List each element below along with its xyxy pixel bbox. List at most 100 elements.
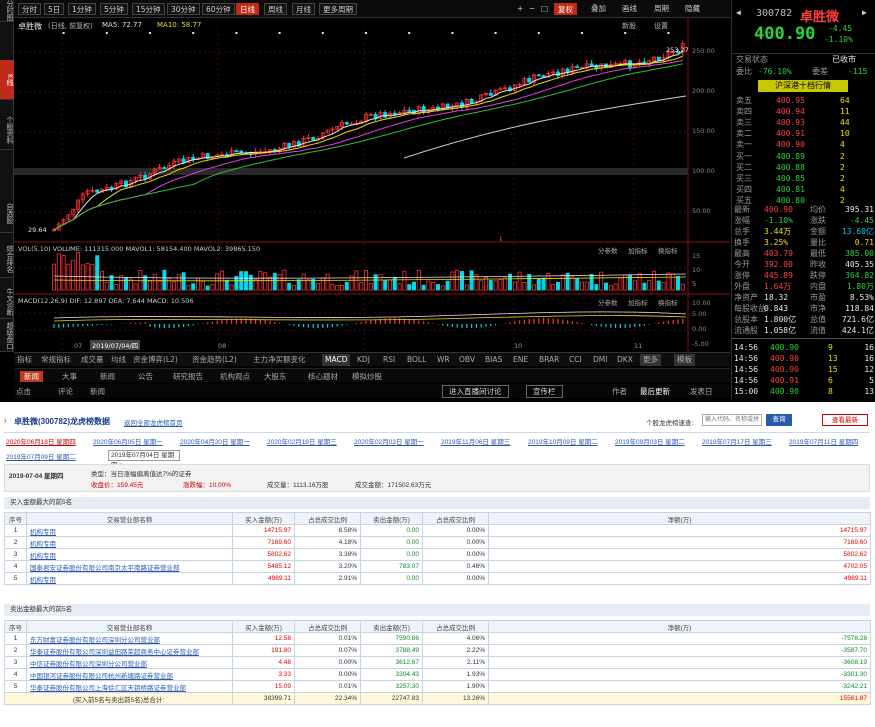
sell-level-row[interactable]: 卖五 400.95 64 <box>732 95 875 106</box>
date-link[interactable]: 2020年04月20日 星期一 <box>180 436 250 446</box>
ind-tab[interactable]: 均线 <box>108 354 129 366</box>
chart-label-new[interactable]: 新股 <box>622 21 636 31</box>
sell-level-row[interactable]: 卖四 400.94 11 <box>732 106 875 117</box>
macd-param-button[interactable]: 分参数 <box>598 297 618 307</box>
next-arrow-icon[interactable]: ▶ <box>862 8 867 17</box>
date-link[interactable]: 2019年11月06日 星期三 <box>441 436 510 446</box>
news-tab-active[interactable]: 新闻 <box>20 371 43 382</box>
branch-name[interactable]: 国泰君安证券股份有限公司南京太平南路证券营业部 <box>26 560 233 573</box>
chart-label-settings[interactable]: 设置 <box>654 21 668 31</box>
buy-level-row[interactable]: 买二 400.88 2 <box>732 162 875 173</box>
news-tab[interactable]: 大事 <box>58 371 81 382</box>
news-tab[interactable]: 机构观点 <box>216 371 254 382</box>
macd-swap-button[interactable]: 换指标 <box>658 297 678 307</box>
period-1min[interactable]: 1分钟 <box>68 3 96 15</box>
cycle-button[interactable]: 周期 <box>651 3 672 15</box>
box-icon[interactable]: □ <box>538 3 551 15</box>
ind-tab[interactable]: BOLL <box>404 354 429 366</box>
branch-name[interactable]: 华泰证券股份有限公司深圳益田路荣超商务中心证券营业部 <box>26 644 233 657</box>
ind-tab[interactable]: DMI <box>590 354 610 366</box>
hide-button[interactable]: 隐藏 <box>682 3 703 15</box>
ind-tab[interactable]: ENE <box>510 354 531 366</box>
branch-name[interactable]: 机构专用 <box>26 536 233 549</box>
buy-level-row[interactable]: 买四 400.81 4 <box>732 184 875 195</box>
ind-tab[interactable]: BIAS <box>482 354 505 366</box>
prev-arrow-icon[interactable]: ◀ <box>736 8 741 17</box>
date-select[interactable]: 2019年07月04日 星期四 ▾ <box>108 450 180 469</box>
date-link[interactable]: 2019年09月03日 星期二 <box>615 436 685 446</box>
ind-tab[interactable]: DKX <box>614 354 636 366</box>
ind-tab[interactable]: RSI <box>380 354 398 366</box>
period-monthly[interactable]: 月线 <box>292 3 315 15</box>
draw-button[interactable]: 画线 <box>619 3 640 15</box>
ind-tab[interactable]: CCI <box>566 354 585 366</box>
vtab-kline[interactable]: K线 <box>0 60 14 100</box>
ind-tab[interactable]: 常规指标 <box>38 354 74 366</box>
branch-name[interactable]: 机构专用 <box>26 548 233 561</box>
date-link[interactable]: 2019年10月09日 星期二 <box>528 436 598 446</box>
period-5min[interactable]: 5分钟 <box>100 3 128 15</box>
overlay-button[interactable]: 叠加 <box>588 3 609 15</box>
sell-level-row[interactable]: 卖一 400.90 4 <box>732 139 875 150</box>
ind-tab[interactable]: OBV <box>456 354 478 366</box>
date-link[interactable]: 2019年07月09日 星期二 <box>6 451 76 461</box>
ind-tab[interactable]: BRAR <box>536 354 562 366</box>
ind-tab-template[interactable]: 模板 <box>674 354 695 366</box>
period-15min[interactable]: 15分钟 <box>132 3 165 15</box>
ind-tab[interactable]: 主力净买额变化 <box>250 354 309 366</box>
ten-level-tab[interactable]: 沪深港十档行情 <box>758 80 848 92</box>
date-link[interactable]: 2019年07月17日 星期三 <box>702 436 772 446</box>
ind-tab-more[interactable]: 更多 <box>640 354 661 366</box>
sell-level-row[interactable]: 卖三 400.93 44 <box>732 117 875 128</box>
date-link[interactable]: 2019年07月11日 星期四 <box>789 436 858 446</box>
vol-swap-button[interactable]: 换指标 <box>658 245 678 255</box>
branch-name[interactable]: 机构专用 <box>26 572 233 585</box>
period-daily[interactable]: 日线 <box>236 3 259 15</box>
ind-tab[interactable]: 资金趋势(L2) <box>189 354 240 366</box>
zoom-in-icon[interactable]: + <box>514 3 526 15</box>
kline-chart-area[interactable]: ↓ 卓胜微 (日线, 前复权) MA5: 72.77 MA10: 58.77 新… <box>14 18 730 352</box>
news-col-updated[interactable]: 最后更新 <box>640 386 670 397</box>
period-weekly[interactable]: 周线 <box>264 3 287 15</box>
date-link[interactable]: 2020年06月18日 星期四 <box>6 436 76 446</box>
zoom-out-icon[interactable]: − <box>526 3 538 15</box>
vol-param-button[interactable]: 分参数 <box>598 245 618 255</box>
promo-button[interactable]: 宣传栏 <box>526 385 563 398</box>
branch-name[interactable]: 东方财富证券股份有限公司深圳分公司营业部 <box>26 632 233 645</box>
date-link[interactable]: 2020年02月03日 星期一 <box>354 436 424 446</box>
branch-name[interactable]: 中国银河证券股份有限公司杭州新塘路证券营业部 <box>26 668 233 681</box>
sell-level-row[interactable]: 卖二 400.91 10 <box>732 128 875 139</box>
news-tab[interactable]: 核心题材 <box>304 371 342 382</box>
adjust-button[interactable]: 复权 <box>554 3 577 15</box>
vtab-intraday[interactable]: 分时图 <box>0 0 14 22</box>
live-room-button[interactable]: 进入直播间讨论 <box>442 385 509 398</box>
news-tab[interactable]: 模拟炒股 <box>348 371 386 382</box>
macd-add-button[interactable]: 加指标 <box>628 297 648 307</box>
news-tab[interactable]: 公告 <box>134 371 157 382</box>
vtab-ranking[interactable]: 综合排名 <box>0 240 14 278</box>
ind-tab[interactable]: KDJ <box>354 354 373 366</box>
buy-level-row[interactable]: 买三 400.85 2 <box>732 173 875 184</box>
refresh-button[interactable]: 查看最新 <box>822 414 868 426</box>
search-button[interactable]: 查询 <box>766 414 792 426</box>
news-tab[interactable]: 大股东 <box>260 371 291 382</box>
date-link[interactable]: 2020年06月05日 星期一 <box>93 436 163 446</box>
vtab-diagnosis[interactable]: 牛叉诊断 <box>0 285 14 319</box>
ind-tab[interactable]: 成交量 <box>78 354 107 366</box>
ind-tab-macd[interactable]: MACD <box>322 354 351 366</box>
date-link[interactable]: 2020年02月19日 星期三 <box>267 436 337 446</box>
buy-level-row[interactable]: 买一 400.89 2 <box>732 151 875 162</box>
back-link[interactable]: 返回全部龙虎榜首页 <box>124 417 183 427</box>
news-tab[interactable]: 新闻 <box>96 371 119 382</box>
stock-search-input[interactable] <box>702 414 762 426</box>
vol-add-button[interactable]: 加指标 <box>628 245 648 255</box>
period-30min[interactable]: 30分钟 <box>167 3 200 15</box>
ind-tab[interactable]: 指标 <box>14 354 35 366</box>
branch-name[interactable]: 机构专用 <box>26 524 233 537</box>
vtab-watchlist[interactable]: 自选股 <box>0 195 14 233</box>
ind-tab[interactable]: WR <box>434 354 453 366</box>
vtab-profile[interactable]: 个股资料 <box>0 110 14 150</box>
ind-tab[interactable]: 资金博弈(L2) <box>130 354 181 366</box>
branch-name[interactable]: 中信证券股份有限公司深圳分公司营业部 <box>26 656 233 669</box>
period-more[interactable]: 更多周期 <box>319 3 357 15</box>
